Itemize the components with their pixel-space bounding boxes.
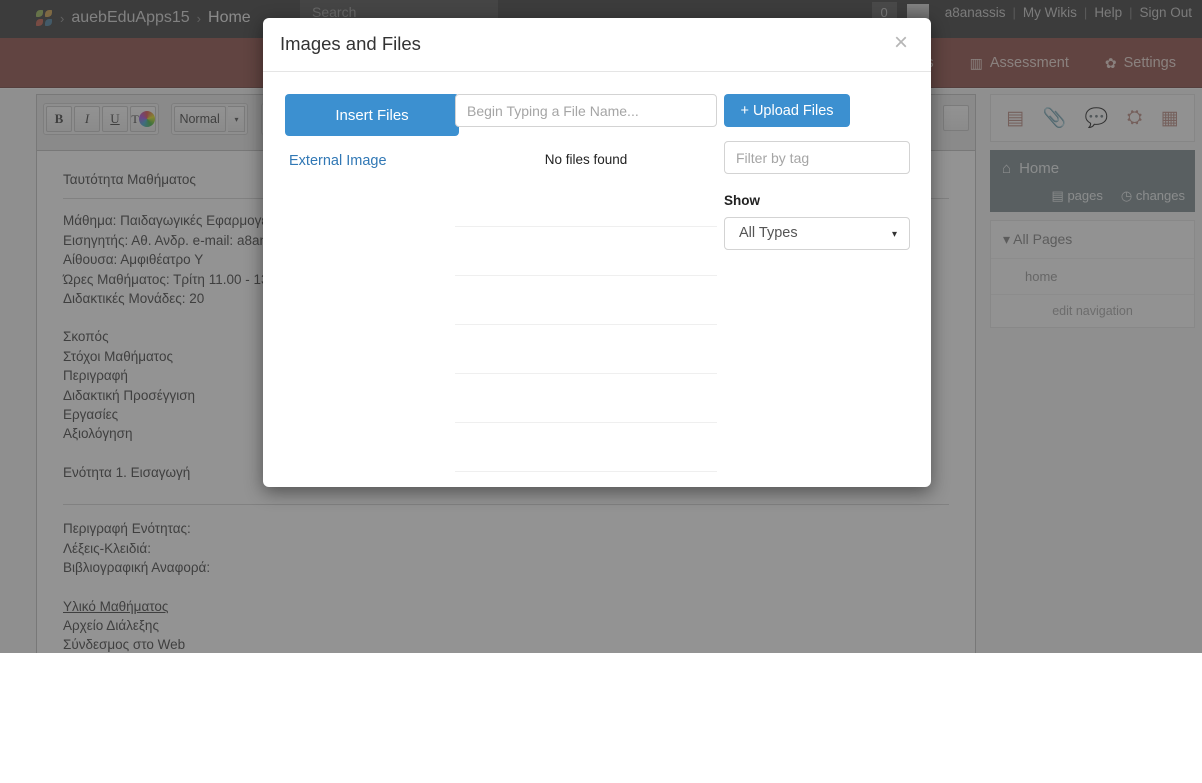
no-files-message: No files found: [544, 152, 628, 167]
file-list: [455, 178, 717, 472]
chevron-down-icon: ▾: [891, 229, 897, 240]
close-icon[interactable]: ×: [888, 30, 914, 56]
file-type-select-value: All Types: [739, 225, 798, 241]
page-root: › auebEduApps15 › Home 0 a8anassis | My …: [0, 0, 1202, 783]
tab-external-image[interactable]: External Image: [285, 153, 459, 169]
file-list-row: [455, 423, 717, 472]
file-list-row: [455, 325, 717, 374]
file-list-row: [455, 276, 717, 325]
file-name-search-input[interactable]: [455, 94, 717, 127]
modal-options-panel: + Upload Files Show All Types ▾: [724, 94, 910, 250]
images-and-files-modal: Images and Files × Insert Files External…: [263, 18, 931, 487]
modal-body: Insert Files External Image No files fou…: [263, 72, 931, 486]
file-list-row: [455, 374, 717, 423]
file-type-select[interactable]: All Types ▾: [724, 217, 910, 250]
file-list-row: [455, 178, 717, 227]
modal-title: Images and Files: [280, 33, 421, 54]
show-label: Show: [724, 193, 760, 208]
tab-insert-files[interactable]: Insert Files: [285, 94, 459, 136]
modal-tab-list: Insert Files External Image: [285, 94, 459, 169]
file-list-row: [455, 227, 717, 276]
upload-files-button[interactable]: + Upload Files: [724, 94, 850, 127]
modal-header: Images and Files ×: [263, 18, 931, 72]
modal-file-panel: No files found: [455, 94, 755, 472]
tag-filter-input[interactable]: [724, 141, 910, 174]
